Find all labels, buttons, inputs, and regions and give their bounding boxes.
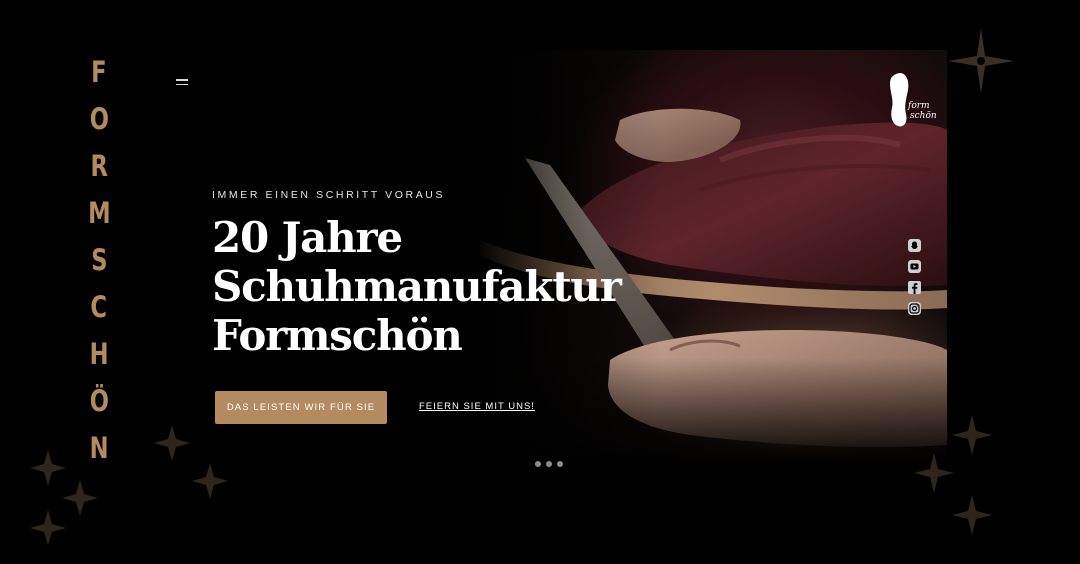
slider-dot[interactable] [535, 461, 541, 467]
brand-letter: Ö [89, 384, 109, 418]
diamond-ornament-icon [30, 450, 98, 545]
headline-line: Formschön [212, 311, 463, 360]
services-button[interactable]: DAS LEISTEN WIR FÜR SIE [215, 391, 387, 424]
slider-dot[interactable] [546, 461, 552, 467]
snapchat-icon[interactable] [907, 237, 922, 253]
brand-letter: C [90, 290, 108, 324]
vertical-brand-name: F O R M S C H Ö N [86, 52, 112, 469]
brand-letter: O [89, 102, 109, 136]
youtube-icon[interactable] [907, 258, 922, 274]
logo-text-top: form [907, 101, 930, 111]
slider-dot[interactable] [557, 461, 563, 467]
hamburger-icon[interactable] [176, 79, 188, 85]
brand-logo[interactable]: form schön [884, 68, 940, 132]
logo-text-bottom: schön [910, 111, 937, 121]
diamond-ornament-icon [154, 425, 228, 499]
star-ornament-icon [948, 28, 1014, 94]
hero-headline: 20 Jahre Schuhmanufaktur Formschön [212, 213, 622, 360]
social-links [907, 237, 923, 316]
slider-dots [535, 461, 563, 467]
celebrate-link[interactable]: FEIERN SIE MIT UNS! [419, 401, 535, 412]
facebook-icon[interactable] [907, 279, 922, 295]
brand-letter: H [89, 337, 109, 371]
headline-line: 20 Jahre [212, 213, 403, 262]
headline-line: Schuhmanufaktur [212, 262, 622, 311]
brand-letter: S [90, 243, 108, 277]
diamond-ornament-icon [914, 415, 992, 535]
hero-kicker: IMMER EINEN SCHRITT VORAUS [212, 189, 446, 201]
brand-letter: R [90, 149, 108, 183]
brand-letter: M [87, 196, 111, 230]
brand-letter: F [91, 55, 107, 89]
footprint-logo-icon: form schön [890, 72, 937, 127]
instagram-icon[interactable] [907, 300, 922, 316]
